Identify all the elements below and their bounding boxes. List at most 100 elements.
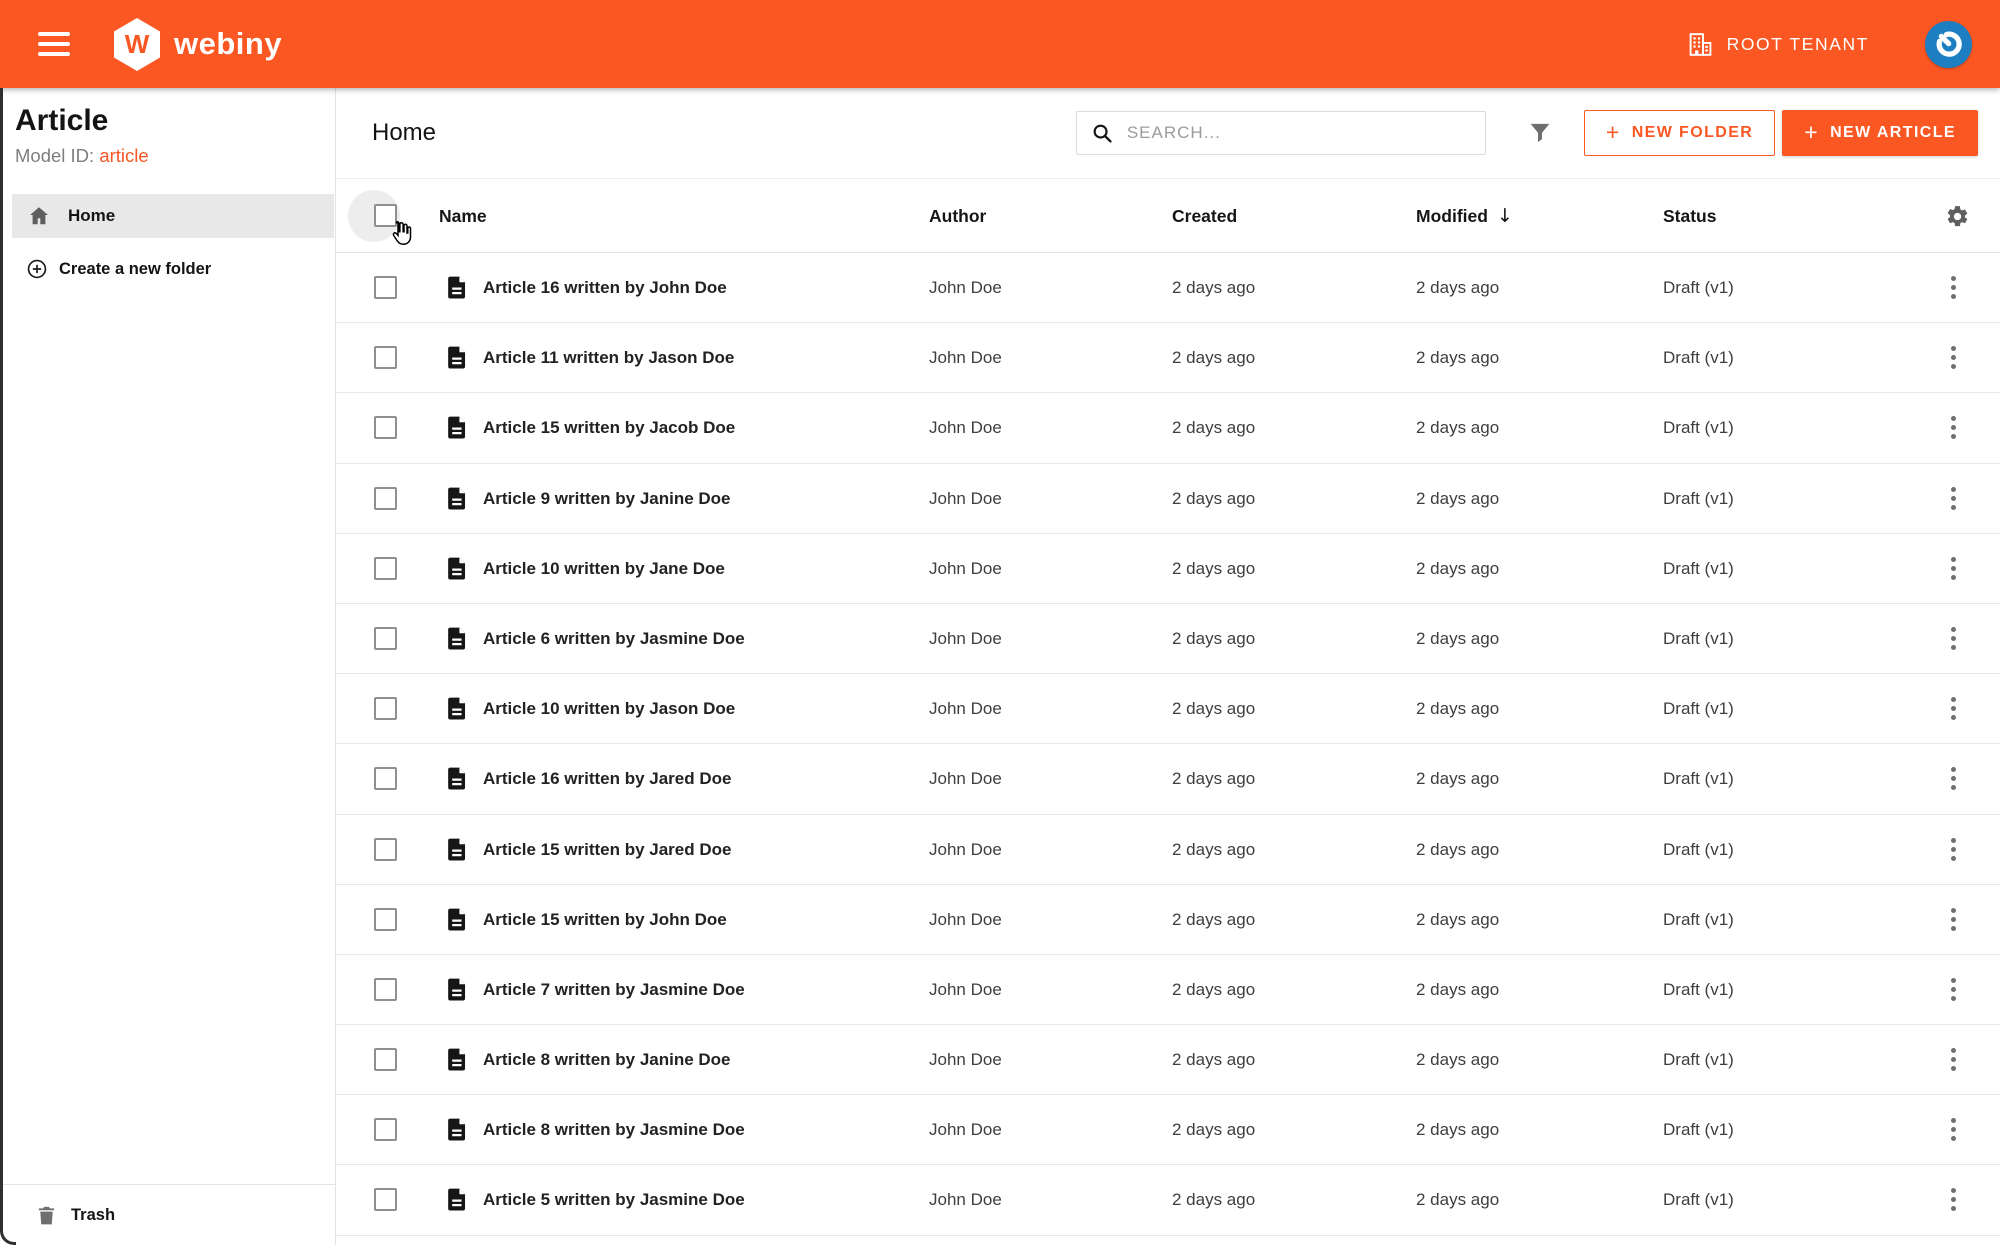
- row-menu-button[interactable]: [1947, 416, 1960, 440]
- model-id-value[interactable]: article: [99, 145, 148, 166]
- row-menu-button[interactable]: [1947, 767, 1960, 791]
- column-header-created[interactable]: Created: [1172, 179, 1237, 253]
- row-checkbox[interactable]: [374, 907, 397, 931]
- row-checkbox[interactable]: [374, 276, 397, 299]
- new-article-button[interactable]: + NEW ARTICLE: [1782, 110, 1978, 156]
- article-name[interactable]: Article 5 written by Jasmine Doe: [483, 1165, 745, 1235]
- table-row[interactable]: Article 15 written by John Doe John Doe …: [336, 885, 2000, 955]
- row-menu-button[interactable]: [1947, 556, 1960, 580]
- document-icon: [444, 274, 471, 306]
- sidebar-item-home[interactable]: Home: [12, 194, 334, 238]
- table-row[interactable]: Article 16 written by Jared Doe John Doe…: [336, 744, 2000, 815]
- table-row[interactable]: Article 8 written by Janine Doe John Doe…: [336, 1025, 2000, 1096]
- row-checkbox[interactable]: [374, 486, 397, 510]
- row-menu-button[interactable]: [1947, 837, 1960, 861]
- column-header-author[interactable]: Author: [929, 179, 986, 253]
- table-row[interactable]: Article 11 written by Jason Doe John Doe…: [336, 323, 2000, 394]
- row-menu-button[interactable]: [1947, 697, 1960, 721]
- row-menu-button[interactable]: [1947, 1118, 1960, 1142]
- row-menu-button[interactable]: [1947, 346, 1960, 370]
- row-menu-button[interactable]: [1947, 1048, 1960, 1072]
- article-created: 2 days ago: [1172, 979, 1256, 999]
- table-row[interactable]: Article 15 written by Jared Doe John Doe…: [336, 815, 2000, 885]
- article-name[interactable]: Article 16 written by John Doe: [483, 253, 727, 323]
- row-menu-button[interactable]: [1947, 626, 1960, 650]
- article-modified: 2 days ago: [1416, 628, 1500, 648]
- tenant-label: ROOT TENANT: [1726, 33, 1869, 54]
- article-name[interactable]: Article 6 written by Jasmine Doe: [483, 604, 745, 674]
- article-name[interactable]: Article 7 written by Jasmine Doe: [483, 955, 745, 1025]
- column-header-name[interactable]: Name: [439, 179, 487, 253]
- row-checkbox[interactable]: [374, 1048, 397, 1072]
- row-checkbox[interactable]: [374, 837, 397, 861]
- row-menu-button[interactable]: [1947, 977, 1960, 1001]
- article-created: 2 days ago: [1172, 348, 1256, 368]
- document-icon: [444, 765, 471, 797]
- article-status: Draft (v1): [1663, 699, 1734, 719]
- row-checkbox[interactable]: [374, 556, 397, 580]
- table-settings-button[interactable]: [1945, 204, 1970, 234]
- article-name[interactable]: Article 11 written by Jason Doe: [483, 323, 734, 393]
- article-modified: 2 days ago: [1416, 1120, 1500, 1140]
- table-row[interactable]: Article 9 written by Janine Doe John Doe…: [336, 464, 2000, 534]
- table-header: Name Author Created Modified ↓ Status: [336, 179, 2000, 253]
- row-menu-button[interactable]: [1947, 907, 1960, 931]
- article-modified: 2 days ago: [1416, 839, 1500, 859]
- row-menu-button[interactable]: [1947, 276, 1960, 299]
- row-checkbox[interactable]: [374, 1118, 397, 1142]
- article-created: 2 days ago: [1172, 769, 1256, 789]
- article-modified: 2 days ago: [1416, 979, 1500, 999]
- column-header-modified[interactable]: Modified ↓: [1416, 179, 1513, 253]
- article-name[interactable]: Article 8 written by Jasmine Doe: [483, 1095, 745, 1165]
- article-name[interactable]: Article 15 written by Jared Doe: [483, 815, 731, 885]
- create-folder-button[interactable]: Create a new folder: [26, 258, 335, 280]
- search-input[interactable]: [1126, 123, 1473, 143]
- table-row[interactable]: Article 7 written by Jasmine Doe John Do…: [336, 955, 2000, 1026]
- row-menu-button[interactable]: [1947, 1188, 1960, 1212]
- row-checkbox[interactable]: [374, 626, 397, 650]
- row-checkbox[interactable]: [374, 346, 397, 370]
- table-row[interactable]: Article 6 written by Jasmine Doe John Do…: [336, 604, 2000, 675]
- article-name[interactable]: Article 8 written by Janine Doe: [483, 1025, 731, 1095]
- column-header-status[interactable]: Status: [1663, 179, 1716, 253]
- table-row[interactable]: Article 10 written by Jason Doe John Doe…: [336, 674, 2000, 745]
- plus-icon: +: [1605, 118, 1621, 145]
- article-name[interactable]: Article 16 written by Jared Doe: [483, 744, 731, 814]
- article-name[interactable]: Article 15 written by Jacob Doe: [483, 393, 735, 463]
- breadcrumb[interactable]: Home: [372, 119, 436, 147]
- document-icon: [444, 1186, 471, 1218]
- row-checkbox[interactable]: [374, 767, 397, 791]
- row-checkbox[interactable]: [374, 977, 397, 1001]
- article-status: Draft (v1): [1663, 278, 1734, 297]
- user-avatar[interactable]: [1925, 20, 1972, 68]
- hamburger-menu-icon[interactable]: [38, 32, 70, 56]
- model-title: Article: [15, 104, 109, 137]
- content-header: Home + NEW FOLDER + NEW ARTICLE: [336, 88, 2000, 179]
- article-status: Draft (v1): [1663, 348, 1734, 368]
- document-icon: [444, 906, 471, 938]
- trash-button[interactable]: Trash: [0, 1184, 335, 1245]
- filter-button[interactable]: [1526, 119, 1554, 147]
- new-folder-button[interactable]: + NEW FOLDER: [1583, 110, 1776, 156]
- row-checkbox[interactable]: [374, 1188, 397, 1212]
- tenant-switcher[interactable]: ROOT TENANT: [1687, 31, 1869, 58]
- table-row[interactable]: Article 5 written by Jasmine Doe John Do…: [336, 1165, 2000, 1236]
- row-checkbox[interactable]: [374, 697, 397, 721]
- table-row[interactable]: Article 16 written by John Doe John Doe …: [336, 253, 2000, 324]
- sort-descending-icon: ↓: [1496, 205, 1513, 227]
- article-name[interactable]: Article 9 written by Janine Doe: [483, 464, 731, 534]
- article-author: John Doe: [929, 418, 1002, 438]
- table-row[interactable]: Article 10 written by Jane Doe John Doe …: [336, 534, 2000, 604]
- brand-wordmark: webiny: [174, 26, 283, 61]
- table-row[interactable]: Article 8 written by Jasmine Doe John Do…: [336, 1095, 2000, 1166]
- article-author: John Doe: [929, 979, 1002, 999]
- article-name[interactable]: Article 10 written by Jason Doe: [483, 674, 735, 744]
- sidebar: Article Model ID: article Home Create a …: [0, 88, 336, 1245]
- article-name[interactable]: Article 15 written by John Doe: [483, 885, 727, 955]
- table-row[interactable]: Article 15 written by Jacob Doe John Doe…: [336, 393, 2000, 464]
- row-menu-button[interactable]: [1947, 486, 1960, 510]
- webiny-logo[interactable]: W webiny: [114, 17, 283, 71]
- article-modified: 2 days ago: [1416, 278, 1500, 297]
- article-name[interactable]: Article 10 written by Jane Doe: [483, 534, 725, 604]
- row-checkbox[interactable]: [374, 416, 397, 440]
